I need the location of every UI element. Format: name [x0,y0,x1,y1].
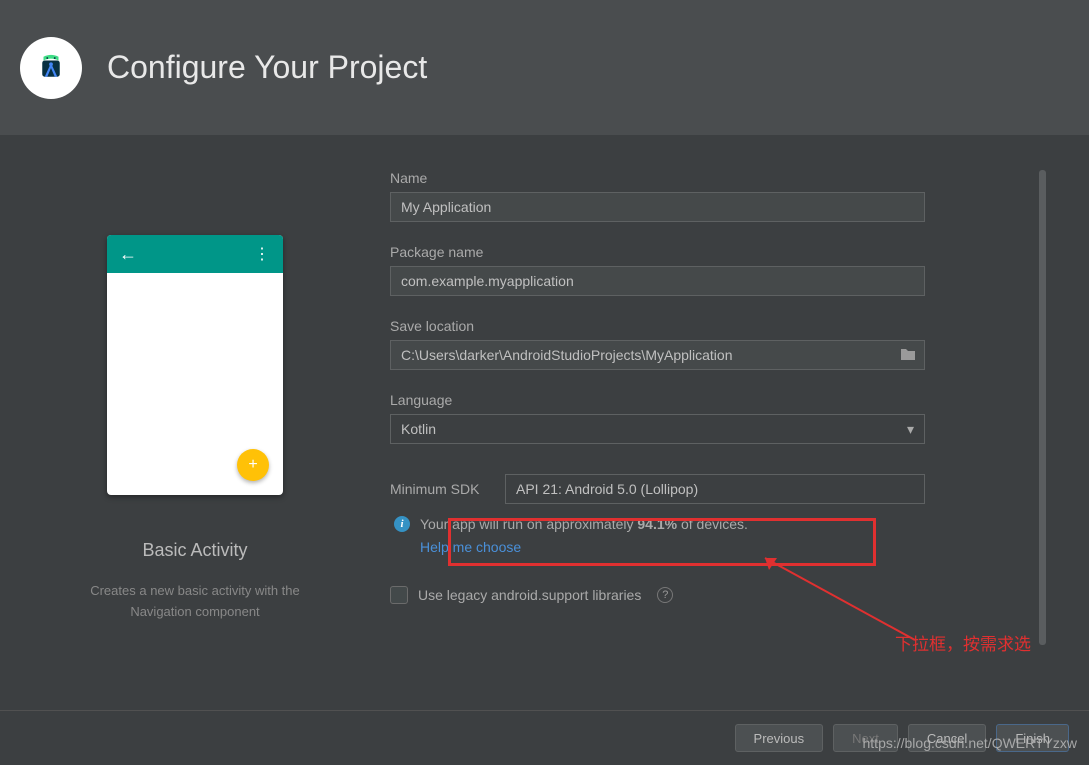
activity-preview: ← ⋮ + [107,235,283,495]
form-column: Name My Application Package name com.exa… [335,170,1049,710]
cancel-button[interactable]: Cancel [908,724,986,752]
minimum-sdk-label: Minimum SDK [390,481,505,497]
sdk-info-text: i Your app will run on approximately 94.… [390,514,1019,558]
name-input[interactable]: My Application [390,192,925,222]
language-select[interactable]: Kotlin [390,414,925,444]
help-me-choose-link[interactable]: Help me choose [420,537,1019,558]
overflow-menu-icon: ⋮ [254,244,271,264]
package-input[interactable]: com.example.myapplication [390,266,925,296]
info-icon: i [394,516,410,532]
wizard-footer: Previous Next Cancel Finish [0,710,1089,765]
android-studio-logo [20,37,82,99]
legacy-support-label: Use legacy android.support libraries [418,587,641,603]
next-button[interactable]: Next [833,724,898,752]
name-label: Name [390,170,1019,186]
fab-icon: + [237,449,269,481]
content-area: ← ⋮ + Basic Activity Creates a new basic… [0,135,1089,710]
minimum-sdk-select[interactable]: API 21: Android 5.0 (Lollipop) [505,474,925,504]
save-location-label: Save location [390,318,1019,334]
template-description: Creates a new basic activity with the Na… [55,581,335,623]
save-location-input[interactable]: C:\Users\darker\AndroidStudioProjects\My… [390,340,925,370]
finish-button[interactable]: Finish [996,724,1069,752]
scrollbar[interactable] [1039,170,1049,680]
template-name: Basic Activity [142,540,247,561]
legacy-support-checkbox[interactable] [390,586,408,604]
annotation-text: 下拉框，按需求选 [895,630,1031,655]
back-arrow-icon: ← [119,244,137,265]
scrollbar-thumb[interactable] [1039,170,1046,645]
folder-icon[interactable] [900,347,916,364]
preview-appbar: ← ⋮ [107,235,283,273]
wizard-header: Configure Your Project [0,0,1089,135]
page-title: Configure Your Project [107,49,427,86]
template-preview-column: ← ⋮ + Basic Activity Creates a new basic… [55,170,335,710]
previous-button[interactable]: Previous [735,724,824,752]
package-label: Package name [390,244,1019,260]
language-label: Language [390,392,1019,408]
help-icon[interactable]: ? [657,587,673,603]
preview-body: + [107,273,283,495]
